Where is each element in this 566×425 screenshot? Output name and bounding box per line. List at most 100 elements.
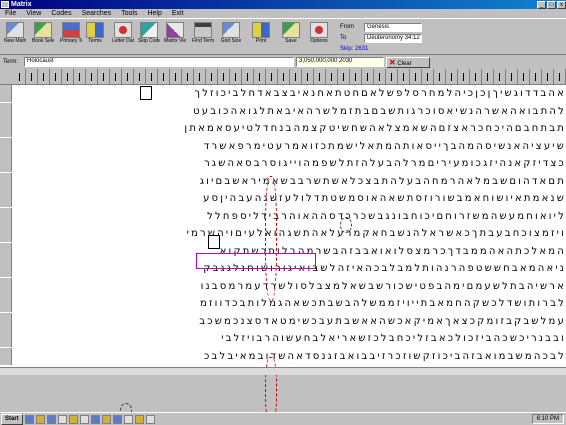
column-header-cell[interactable] <box>110 69 122 84</box>
column-header-cell[interactable] <box>458 69 470 84</box>
row-number[interactable] <box>0 207 12 225</box>
toolbar-button-primary-term[interactable]: Primary Term <box>60 21 82 53</box>
column-header-cell[interactable] <box>410 69 422 84</box>
quicklaunch-icon[interactable] <box>24 414 34 424</box>
search-input[interactable]: Holocaust <box>24 57 294 67</box>
quicklaunch-icon[interactable] <box>68 414 78 424</box>
quicklaunch-icon[interactable] <box>35 414 45 424</box>
column-header-cell[interactable] <box>134 69 146 84</box>
row-number[interactable] <box>0 225 12 242</box>
toolbar-button-options[interactable]: Options <box>308 21 330 53</box>
toolbar-button-save[interactable]: Save <box>280 21 302 53</box>
menu-codes[interactable]: Codes <box>46 9 76 18</box>
row-number[interactable] <box>0 137 12 155</box>
quicklaunch-icon[interactable] <box>123 414 133 424</box>
toolbar-button-skip-code[interactable]: Skip Code <box>138 21 160 53</box>
menu-tools[interactable]: Tools <box>116 9 142 18</box>
menu-exit[interactable]: Exit <box>167 9 189 18</box>
toolbar-button-print[interactable]: Print <box>250 21 272 53</box>
menu-file[interactable]: File <box>0 9 21 18</box>
column-header-cell[interactable] <box>482 69 494 84</box>
maximize-button[interactable]: □ <box>547 0 556 9</box>
toolbar-button-book-select[interactable]: Book Select <box>32 21 54 53</box>
row-number[interactable] <box>0 347 12 365</box>
row-number[interactable] <box>0 242 12 260</box>
quicklaunch-icon[interactable] <box>46 414 56 424</box>
quicklaunch-icon[interactable] <box>112 414 122 424</box>
column-header-cell[interactable] <box>374 69 386 84</box>
row-number[interactable] <box>0 172 12 190</box>
quicklaunch-icon[interactable] <box>79 414 89 424</box>
column-header-cell[interactable] <box>170 69 182 84</box>
start-button[interactable]: Start <box>1 413 23 425</box>
column-header-cell[interactable] <box>362 69 374 84</box>
row-number[interactable] <box>0 85 12 102</box>
horizontal-scrollbar[interactable] <box>0 367 566 375</box>
toolbar-button-find-terms[interactable]: Find Terms <box>192 21 214 53</box>
column-header-cell[interactable] <box>470 69 482 84</box>
column-header-cell[interactable] <box>122 69 134 84</box>
column-header-cell[interactable] <box>542 69 554 84</box>
column-header-cell[interactable] <box>518 69 530 84</box>
column-header-cell[interactable] <box>194 69 206 84</box>
column-header-cell[interactable] <box>422 69 434 84</box>
column-header-cell[interactable] <box>506 69 518 84</box>
column-header-cell[interactable] <box>74 69 86 84</box>
toolbar-button-terms[interactable]: Terms <box>84 21 106 53</box>
column-header-cell[interactable] <box>14 69 26 84</box>
column-header-cell[interactable] <box>38 69 50 84</box>
toolbar-button-grid-size[interactable]: Grid Size <box>220 21 242 53</box>
toolbar-button-letter-data[interactable]: Letter Data <box>112 21 134 53</box>
column-header-cell[interactable] <box>230 69 242 84</box>
row-number[interactable] <box>0 330 12 347</box>
column-header-cell[interactable] <box>50 69 62 84</box>
column-header-cell[interactable] <box>338 69 350 84</box>
minimize-button[interactable]: _ <box>537 0 546 9</box>
quicklaunch-icon[interactable] <box>101 414 111 424</box>
column-header-cell[interactable] <box>146 69 158 84</box>
column-header-cell[interactable] <box>86 69 98 84</box>
column-header-cell[interactable] <box>554 69 566 84</box>
close-button[interactable]: x <box>557 0 566 9</box>
column-header-cell[interactable] <box>398 69 410 84</box>
clear-search-button[interactable]: ✕ Clear <box>386 57 430 68</box>
toolbar-button-matrix-view[interactable]: Matrix View <box>164 21 186 53</box>
from-field[interactable]: Genesis <box>364 23 422 32</box>
row-number[interactable] <box>0 312 12 330</box>
column-header-cell[interactable] <box>314 69 326 84</box>
column-header-cell[interactable] <box>530 69 542 84</box>
column-header-cell[interactable] <box>326 69 338 84</box>
menu-searches[interactable]: Searches <box>77 9 117 18</box>
column-header-cell[interactable] <box>62 69 74 84</box>
column-header-cell[interactable] <box>350 69 362 84</box>
column-header-cell[interactable] <box>386 69 398 84</box>
column-header-cell[interactable] <box>446 69 458 84</box>
column-header-cell[interactable] <box>26 69 38 84</box>
quicklaunch-icon[interactable] <box>57 414 67 424</box>
column-header-cell[interactable] <box>278 69 290 84</box>
row-number[interactable] <box>0 277 12 295</box>
column-header-cell[interactable] <box>266 69 278 84</box>
row-number[interactable] <box>0 120 12 137</box>
column-header-cell[interactable] <box>290 69 302 84</box>
column-header-cell[interactable] <box>494 69 506 84</box>
column-header-cell[interactable] <box>302 69 314 84</box>
column-header-cell[interactable] <box>182 69 194 84</box>
column-header-cell[interactable] <box>434 69 446 84</box>
column-header-cell[interactable] <box>254 69 266 84</box>
column-header-cell[interactable] <box>218 69 230 84</box>
quicklaunch-icon[interactable] <box>145 414 155 424</box>
quicklaunch-icon[interactable] <box>90 414 100 424</box>
column-header-cell[interactable] <box>158 69 170 84</box>
row-number[interactable] <box>0 295 12 312</box>
row-number[interactable] <box>0 260 12 277</box>
row-number[interactable] <box>0 155 12 172</box>
column-header-cell[interactable] <box>206 69 218 84</box>
column-header-cell[interactable] <box>98 69 110 84</box>
column-header-cell[interactable] <box>242 69 254 84</box>
row-number[interactable] <box>0 190 12 207</box>
to-field[interactable]: Deuteronomy 34:12 <box>364 34 422 43</box>
row-number[interactable] <box>0 102 12 120</box>
quicklaunch-icon[interactable] <box>134 414 144 424</box>
toolbar-button-new-matrix[interactable]: New Matrix <box>4 21 26 53</box>
